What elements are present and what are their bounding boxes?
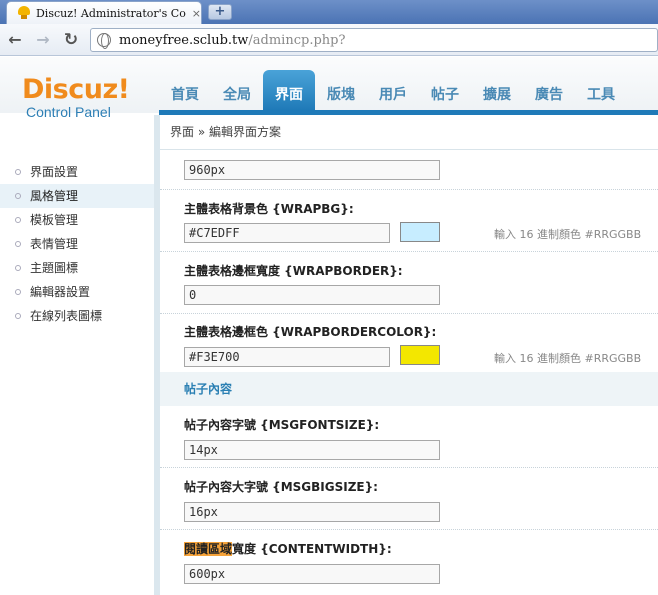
bullet-icon xyxy=(15,169,21,175)
msgfontsize-input[interactable]: 14px xyxy=(184,440,440,460)
form-row-wrapbg: 主體表格背景色 {WRAPBG}: #C7EDFF 輸入 16 進制顏色 #RR… xyxy=(160,190,658,252)
sidebar-item-label: 表情管理 xyxy=(30,237,79,251)
nav-global[interactable]: 全局 xyxy=(211,70,263,110)
tab-close-icon[interactable]: × xyxy=(192,7,201,20)
globe-icon xyxy=(97,33,111,49)
forward-arrow-icon[interactable]: → xyxy=(34,31,52,49)
form-row-msgfontsize: 帖子內容字號 {MSGFONTSIZE}: 14px xyxy=(160,406,658,468)
breadcrumb: 界面 » 編輯界面方案 xyxy=(160,115,658,150)
url-path: /admincp.php? xyxy=(248,32,346,48)
msgfontsize-label: 帖子內容字號 {MSGFONTSIZE}: xyxy=(184,418,380,432)
sidebar-item-label: 模板管理 xyxy=(30,213,79,227)
wrapbg-input[interactable]: #C7EDFF xyxy=(184,223,390,243)
wrapbordercolor-hint: 輸入 16 進制顏色 #RRGGBB xyxy=(494,352,642,365)
contentwidth-label-rest: 寬度 {CONTENTWIDTH}: xyxy=(232,542,392,556)
logo-sub-text: Control Panel xyxy=(26,104,111,120)
main-nav: 首頁 全局 界面 版塊 用戶 帖子 擴展 廣告 工具 xyxy=(159,70,627,110)
logo-main-text: Discuz! xyxy=(22,74,130,105)
nav-ads[interactable]: 廣告 xyxy=(523,70,575,110)
sidebar-item-topic-icons[interactable]: 主題圖標 xyxy=(0,256,154,280)
wrapborder-input[interactable]: 0 xyxy=(184,285,440,305)
form-row-contentwidth: 閱讀區域寬度 {CONTENTWIDTH}: 600px xyxy=(160,530,658,595)
url-host: moneyfree.sclub.tw xyxy=(119,32,249,48)
sidebar-item-interface-settings[interactable]: 界面設置 xyxy=(0,160,154,184)
msgbigsize-label: 帖子內容大字號 {MSGBIGSIZE}: xyxy=(184,480,378,494)
wrapborder-label: 主體表格邊框寬度 {WRAPBORDER}: xyxy=(184,264,403,278)
nav-tools[interactable]: 工具 xyxy=(575,70,627,110)
sidebar: 界面設置 風格管理 模板管理 表情管理 主題圖標 編輯器設置 在線列表圖標 xyxy=(0,150,154,595)
browser-tab[interactable]: Discuz! Administrator's Contro × xyxy=(6,1,202,24)
discuz-favicon-icon xyxy=(17,6,31,20)
bullet-icon xyxy=(15,217,21,223)
nav-extensions[interactable]: 擴展 xyxy=(471,70,523,110)
wrapbordercolor-color-swatch[interactable] xyxy=(400,345,440,365)
bullet-icon xyxy=(15,241,21,247)
form-row-wrapborder: 主體表格邊框寬度 {WRAPBORDER}: 0 xyxy=(160,252,658,314)
browser-toolbar: ← → ↻ moneyfree.sclub.tw/admincp.php? xyxy=(0,24,658,56)
nav-users[interactable]: 用戶 xyxy=(367,70,419,110)
sidebar-item-online-list-icons[interactable]: 在線列表圖標 xyxy=(0,304,154,328)
address-bar[interactable]: moneyfree.sclub.tw/admincp.php? xyxy=(90,28,658,52)
msgbigsize-input[interactable]: 16px xyxy=(184,502,440,522)
wrapbg-hint: 輸入 16 進制顏色 #RRGGBB xyxy=(494,228,642,241)
bullet-icon xyxy=(15,289,21,295)
settings-form: 960px 主體表格背景色 {WRAPBG}: #C7EDFF 輸入 16 進制… xyxy=(160,150,658,595)
nav-interface[interactable]: 界面 xyxy=(263,70,315,110)
wrapbg-label: 主體表格背景色 {WRAPBG}: xyxy=(184,202,354,216)
browser-tabstrip: Discuz! Administrator's Contro × + xyxy=(0,0,658,24)
form-row-width: 960px xyxy=(160,150,658,190)
reload-icon[interactable]: ↻ xyxy=(62,31,80,49)
wrapbg-color-swatch[interactable] xyxy=(400,222,440,242)
sidebar-item-label: 在線列表圖標 xyxy=(30,309,103,323)
sidebar-item-editor-settings[interactable]: 編輯器設置 xyxy=(0,280,154,304)
tab-title: Discuz! Administrator's Contro xyxy=(35,6,186,20)
back-arrow-icon[interactable]: ← xyxy=(6,31,24,49)
section-title: 帖子內容 xyxy=(160,372,658,406)
discuz-logo: Discuz! Control Panel xyxy=(22,74,152,121)
contentwidth-input[interactable]: 600px xyxy=(184,564,440,584)
sidebar-item-smiley-management[interactable]: 表情管理 xyxy=(0,232,154,256)
form-row-msgbigsize: 帖子內容大字號 {MSGBIGSIZE}: 16px xyxy=(160,468,658,530)
width-input[interactable]: 960px xyxy=(184,160,440,180)
bullet-icon xyxy=(15,265,21,271)
bullet-icon xyxy=(15,313,21,319)
sidebar-item-style-management[interactable]: 風格管理 xyxy=(0,184,154,208)
sidebar-item-label: 風格管理 xyxy=(30,189,79,203)
form-row-wrapbordercolor: 主體表格邊框色 {WRAPBORDERCOLOR}: #F3E700 輸入 16… xyxy=(160,314,658,372)
wrapbordercolor-label: 主體表格邊框色 {WRAPBORDERCOLOR}: xyxy=(184,325,437,339)
contentwidth-label: 閱讀區域寬度 {CONTENTWIDTH}: xyxy=(184,540,392,557)
search-highlight: 閱讀區域 xyxy=(184,542,233,556)
sidebar-item-label: 界面設置 xyxy=(30,165,79,179)
nav-posts[interactable]: 帖子 xyxy=(419,70,471,110)
wrapbordercolor-input[interactable]: #F3E700 xyxy=(184,347,390,367)
sidebar-item-label: 編輯器設置 xyxy=(30,285,91,299)
bullet-icon xyxy=(15,193,21,199)
nav-forums[interactable]: 版塊 xyxy=(315,70,367,110)
nav-home[interactable]: 首頁 xyxy=(159,70,211,110)
new-tab-button[interactable]: + xyxy=(208,4,232,20)
sidebar-item-template-management[interactable]: 模板管理 xyxy=(0,208,154,232)
sidebar-item-label: 主題圖標 xyxy=(30,261,79,275)
